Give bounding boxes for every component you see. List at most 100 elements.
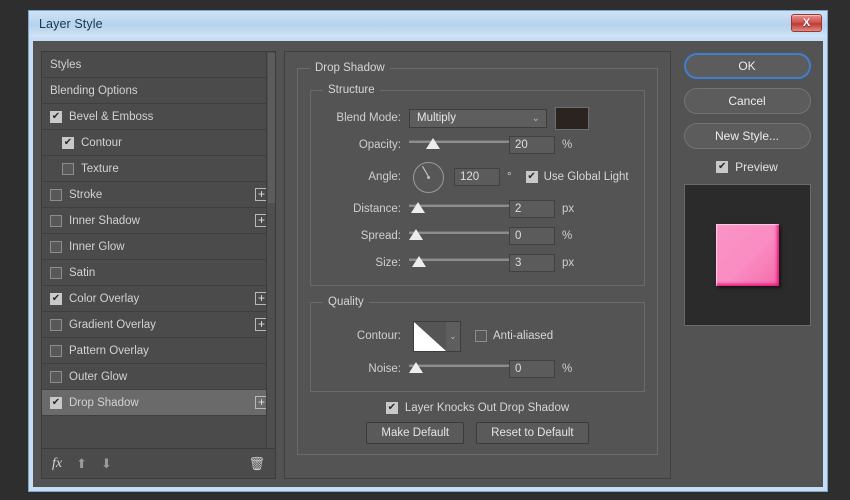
style-checkbox[interactable] <box>50 189 62 201</box>
style-row-texture[interactable]: Texture <box>42 156 275 182</box>
style-row-satin[interactable]: Satin <box>42 260 275 286</box>
fx-icon[interactable]: fx <box>52 456 62 472</box>
size-unit: px <box>562 257 574 269</box>
make-default-button[interactable]: Make Default <box>366 422 464 444</box>
style-checkbox[interactable] <box>50 293 62 305</box>
styles-scrollbar[interactable] <box>266 52 275 448</box>
style-row-inner-shadow[interactable]: Inner Shadow+ <box>42 208 275 234</box>
shadow-color-swatch[interactable] <box>555 107 589 130</box>
dialog-body: Styles Blending Options Bevel & Emboss Cont… <box>33 41 823 487</box>
spread-slider-track <box>409 231 509 234</box>
opacity-input[interactable]: 20 <box>509 136 555 154</box>
size-slider[interactable] <box>409 254 509 272</box>
style-row-blending-options[interactable]: Blending Options <box>42 78 275 104</box>
style-row-label: Color Overlay <box>69 293 139 305</box>
noise-slider-thumb[interactable] <box>409 362 423 373</box>
style-row-bevel-emboss[interactable]: Bevel & Emboss <box>42 104 275 130</box>
style-checkbox[interactable] <box>50 345 62 357</box>
style-checkbox[interactable] <box>50 397 62 409</box>
noise-unit: % <box>562 363 572 375</box>
new-style-button[interactable]: New Style... <box>684 123 811 149</box>
contour-chevron-down-icon[interactable]: ⌄ <box>446 322 460 351</box>
size-slider-thumb[interactable] <box>412 256 426 267</box>
knockout-row[interactable]: Layer Knocks Out Drop Shadow <box>310 402 645 414</box>
style-row-inner-glow[interactable]: Inner Glow <box>42 234 275 260</box>
style-row-label: Stroke <box>69 189 102 201</box>
noise-input[interactable]: 0 <box>509 360 555 378</box>
style-row-label: Styles <box>50 59 81 71</box>
contour-picker[interactable]: ⌄ <box>413 321 461 352</box>
angle-value: 120 <box>460 171 479 183</box>
distance-slider-thumb[interactable] <box>411 202 425 213</box>
preview-shape <box>716 224 779 286</box>
delete-icon[interactable]: 🗑 <box>248 456 265 472</box>
style-row-gradient-overlay[interactable]: Gradient Overlay+ <box>42 312 275 338</box>
dialog-title: Layer Style <box>39 17 103 31</box>
close-button[interactable]: X <box>791 14 822 32</box>
styles-list[interactable]: Styles Blending Options Bevel & Emboss Cont… <box>42 52 275 448</box>
preview-checkbox[interactable] <box>716 161 728 173</box>
style-checkbox[interactable] <box>50 319 62 331</box>
opacity-slider[interactable] <box>409 136 509 154</box>
angle-dial[interactable] <box>413 162 444 193</box>
knockout-checkbox[interactable] <box>386 402 398 414</box>
style-row-styles[interactable]: Styles <box>42 52 275 78</box>
style-row-label: Drop Shadow <box>69 397 139 409</box>
style-row-contour[interactable]: Contour <box>42 130 275 156</box>
angle-dial-hub <box>427 176 430 179</box>
spread-input[interactable]: 0 <box>509 227 555 245</box>
style-row-color-overlay[interactable]: Color Overlay+ <box>42 286 275 312</box>
use-global-light-row[interactable]: Use Global Light <box>526 171 629 183</box>
style-row-stroke[interactable]: Stroke+ <box>42 182 275 208</box>
size-input[interactable]: 3 <box>509 254 555 272</box>
style-checkbox[interactable] <box>50 241 62 253</box>
anti-aliased-checkbox[interactable] <box>475 330 487 342</box>
angle-unit: ° <box>507 171 512 183</box>
noise-slider[interactable] <box>409 360 509 378</box>
contour-thumbnail[interactable] <box>414 322 446 351</box>
noise-row: Noise: 0 % <box>323 357 632 381</box>
drop-shadow-group: Drop Shadow Structure Blend Mode: Multip… <box>297 62 658 455</box>
ok-button[interactable]: OK <box>684 53 811 79</box>
style-checkbox[interactable] <box>50 111 62 123</box>
move-down-icon[interactable]: ⬇ <box>101 456 112 472</box>
spread-slider[interactable] <box>409 227 509 245</box>
preview-label: Preview <box>735 160 778 174</box>
use-global-light-checkbox[interactable] <box>526 171 538 183</box>
style-row-label: Texture <box>81 163 119 175</box>
style-checkbox[interactable] <box>50 371 62 383</box>
styles-panel: Styles Blending Options Bevel & Emboss Cont… <box>41 51 276 479</box>
knockout-label: Layer Knocks Out Drop Shadow <box>405 402 569 414</box>
distance-input[interactable]: 2 <box>509 200 555 218</box>
style-checkbox[interactable] <box>62 163 74 175</box>
screen-root: Layer Style X Styles Blending Options Beve… <box>0 0 850 500</box>
actions-column: OK Cancel New Style... Preview <box>679 51 815 479</box>
reset-to-default-button[interactable]: Reset to Default <box>476 422 588 444</box>
angle-row: Angle: 120 ° <box>323 160 632 194</box>
styles-column: Styles Blending Options Bevel & Emboss Cont… <box>41 51 276 479</box>
distance-slider[interactable] <box>409 200 509 218</box>
spread-label: Spread: <box>323 230 409 242</box>
anti-aliased-row[interactable]: Anti-aliased <box>475 330 553 342</box>
blend-mode-label: Blend Mode: <box>323 112 409 124</box>
move-up-icon[interactable]: ⬆ <box>76 456 87 472</box>
style-checkbox[interactable] <box>50 215 62 227</box>
angle-input[interactable]: 120 <box>454 168 500 186</box>
styles-scrollbar-thumb[interactable] <box>268 53 275 203</box>
noise-slider-track <box>409 364 509 367</box>
style-checkbox[interactable] <box>62 137 74 149</box>
style-checkbox[interactable] <box>50 267 62 279</box>
cancel-button[interactable]: Cancel <box>684 88 811 114</box>
blend-mode-select[interactable]: Multiply ⌄ <box>409 109 547 128</box>
preview-toggle-row[interactable]: Preview <box>716 160 778 174</box>
opacity-slider-thumb[interactable] <box>426 138 440 149</box>
style-row-outer-glow[interactable]: Outer Glow <box>42 364 275 390</box>
style-row-pattern-overlay[interactable]: Pattern Overlay <box>42 338 275 364</box>
spread-slider-thumb[interactable] <box>409 229 423 240</box>
style-row-label: Bevel & Emboss <box>69 111 153 123</box>
style-row-label: Satin <box>69 267 95 279</box>
contour-label: Contour: <box>323 330 409 342</box>
opacity-slider-track <box>409 140 509 143</box>
style-row-drop-shadow[interactable]: Drop Shadow+ <box>42 390 275 416</box>
layer-style-dialog: Layer Style X Styles Blending Options Beve… <box>28 10 828 492</box>
